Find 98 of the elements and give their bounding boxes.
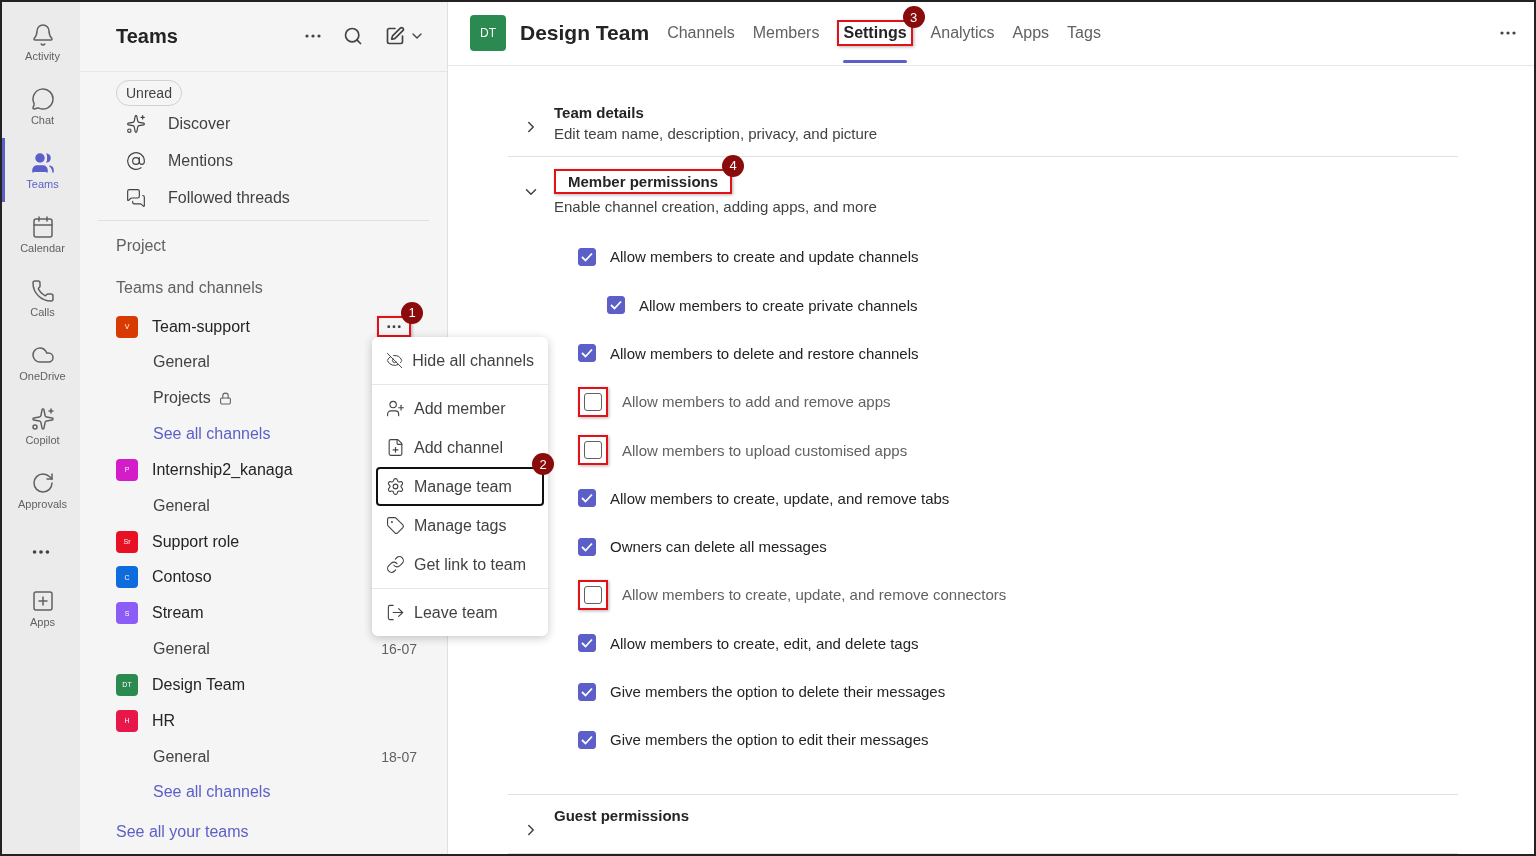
channel-item[interactable]: General	[153, 747, 210, 766]
rail-button[interactable]: Chat	[2, 74, 80, 138]
sparkle-icon	[126, 114, 146, 135]
leave-icon	[386, 603, 405, 622]
tab-underline	[843, 59, 907, 63]
section-label: Teams and channels	[115, 277, 264, 298]
check-icon	[581, 638, 593, 649]
tag-icon	[386, 516, 405, 535]
rail-button[interactable]: Calendar	[2, 202, 80, 266]
section-label: Project	[115, 236, 167, 256]
people-icon	[30, 150, 55, 175]
check-icon	[581, 686, 593, 697]
option-label: Allow members to create private channels	[639, 296, 918, 314]
nav-item[interactable]: Discover	[80, 105, 447, 143]
checkbox[interactable]	[578, 682, 596, 701]
filter-chip[interactable]: Unread	[116, 79, 182, 106]
see-all-link[interactable]: See all channels	[153, 783, 271, 802]
checkbox[interactable]	[578, 634, 596, 653]
channel-item[interactable]: Projects	[153, 389, 211, 408]
phone-icon	[30, 278, 55, 303]
add-person-icon	[386, 399, 405, 418]
channel-item[interactable]: General	[153, 353, 210, 372]
section-subtitle: Edit team name, description, privacy, and picture	[554, 124, 879, 142]
check-icon	[581, 493, 593, 504]
check-icon	[581, 734, 593, 745]
settings-icon	[386, 477, 405, 496]
see-all-link[interactable]: See all channels	[153, 425, 271, 444]
check-icon	[581, 251, 593, 262]
rail-button[interactable]: Activity	[2, 10, 80, 74]
option-label: Allow members to upload customised apps	[622, 441, 908, 459]
checkbox[interactable]	[584, 585, 602, 604]
checkbox[interactable]	[578, 247, 596, 266]
option-label: Owners can delete all messages	[610, 538, 827, 556]
section-title: Team details	[554, 103, 645, 121]
rail-button[interactable]: Approvals	[2, 458, 80, 522]
option-label: Allow members to create, update, and remove connectors	[622, 586, 1007, 604]
nav-item[interactable]: Mentions	[80, 142, 447, 180]
section-title: Member permissions	[568, 172, 719, 190]
section-subtitle: Enable channel creation, adding apps, and more	[554, 197, 878, 215]
rail-button[interactable]: Calls	[2, 266, 80, 330]
tab[interactable]: Analytics	[930, 24, 995, 43]
search-icon	[343, 26, 363, 47]
chat-icon	[30, 86, 55, 111]
channel-date: 18-07	[381, 748, 417, 765]
team-item[interactable]: Team-support	[152, 317, 363, 336]
sidebar-title: Teams	[116, 24, 179, 48]
checkbox[interactable]	[584, 441, 602, 460]
at-sign-icon	[126, 150, 146, 171]
check-icon	[610, 300, 622, 311]
see-all-teams-link[interactable]: See all your teams	[116, 823, 249, 842]
option-label: Allow members to create, update, and remove tabs	[610, 489, 950, 507]
tab[interactable]: Tags	[1067, 24, 1101, 43]
tab[interactable]: Apps	[1012, 24, 1050, 43]
check-icon	[581, 541, 593, 552]
team-item[interactable]: HR	[152, 711, 411, 730]
team-title: Design Team	[520, 21, 650, 46]
option-label: Allow members to create and update channels	[610, 248, 919, 266]
option-label: Give members the option to delete their messages	[610, 683, 946, 701]
rail-button[interactable]: OneDrive	[2, 330, 80, 394]
step-badge: 1	[401, 301, 423, 324]
rail-button[interactable]: Copilot	[2, 394, 80, 458]
step-badge: 3	[902, 6, 925, 29]
more-icon	[305, 34, 321, 39]
option-label: Allow members to add and remove apps	[622, 393, 891, 411]
more-icon	[1500, 31, 1516, 36]
team-item[interactable]: Design Team	[152, 675, 411, 694]
checkbox[interactable]	[607, 296, 625, 315]
add-icon	[30, 588, 55, 613]
refresh-icon	[30, 470, 55, 495]
pen-icon	[385, 26, 405, 47]
channel-item[interactable]: General	[153, 496, 210, 515]
check-icon	[581, 348, 593, 359]
tab[interactable]: Channels	[667, 24, 735, 43]
tab[interactable]: Members	[752, 24, 820, 43]
channel-date: 16-07	[381, 641, 417, 658]
sparkle-icon	[30, 406, 55, 431]
bell-icon	[30, 22, 55, 47]
checkbox[interactable]	[578, 537, 596, 556]
option-label: Allow members to create, edit, and delete tags	[610, 634, 919, 652]
section-title: Guest permissions	[554, 807, 691, 824]
checkbox[interactable]	[584, 392, 602, 411]
calendar-icon	[30, 214, 55, 239]
step-badge: 2	[532, 453, 554, 475]
option-label: Give members the option to edit their messages	[610, 731, 929, 749]
option-label: Allow members to delete and restore channels	[610, 344, 919, 362]
checkbox[interactable]	[578, 489, 596, 508]
more-icon	[387, 324, 401, 329]
channel-item[interactable]: General	[153, 640, 210, 659]
team-avatar: DT	[470, 15, 506, 52]
checkbox[interactable]	[578, 344, 596, 363]
add-file-icon	[386, 438, 405, 457]
step-badge: 4	[722, 154, 745, 177]
chat-bubbles-icon	[126, 187, 146, 208]
eye-off-icon	[386, 351, 404, 370]
link-icon	[386, 555, 405, 574]
rail-button[interactable]: Apps	[2, 576, 80, 640]
checkbox[interactable]	[578, 730, 596, 749]
nav-item[interactable]: Followed threads	[80, 179, 447, 217]
